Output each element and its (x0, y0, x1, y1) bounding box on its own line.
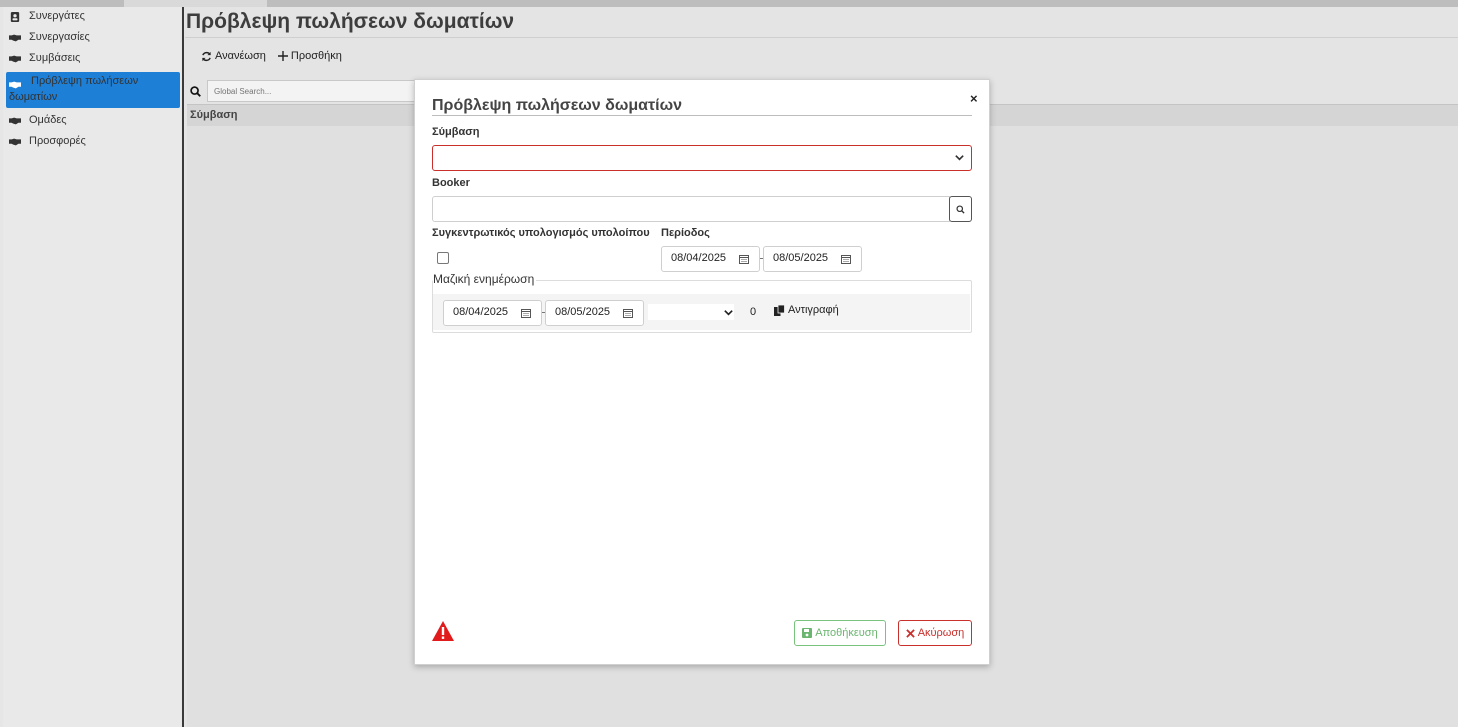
close-icon (905, 628, 915, 638)
copy-button[interactable]: Αντιγραφή (774, 304, 839, 316)
sidebar-divider (182, 7, 184, 727)
handshake-icon (9, 55, 21, 63)
contact-card-icon (10, 12, 20, 22)
copy-icon (774, 304, 785, 316)
add-button[interactable]: Προσθήκη (277, 50, 342, 62)
sidebar-item-label: Συνεργασίες (29, 31, 90, 43)
period-to-date[interactable]: 08/05/2025 (763, 246, 862, 272)
cancel-label: Ακύρωση (917, 627, 965, 639)
calendar-icon (739, 255, 749, 264)
save-button[interactable]: Αποθήκευση (794, 620, 886, 646)
global-search-input[interactable] (207, 80, 441, 102)
sidebar-item-room-sales-forecast[interactable]: Πρόβλεψη πωλήσεων δωματίων (6, 72, 180, 108)
forecast-modal: Πρόβλεψη πωλήσεων δωματίων × Σύμβαση Boo… (414, 79, 990, 665)
booker-label: Booker (432, 177, 470, 189)
handshake-icon (9, 138, 21, 146)
title-divider (185, 37, 1458, 38)
cancel-button[interactable]: Ακύρωση (898, 620, 972, 646)
calendar-icon (841, 255, 851, 264)
search-icon (956, 204, 965, 214)
sidebar-item-collaborations[interactable]: Συνεργασίες (6, 31, 180, 43)
column-header-contract[interactable]: Σύμβαση (190, 109, 237, 121)
refresh-button[interactable]: Ανανέωση (201, 50, 266, 62)
bulk-to-value: 08/05/2025 (555, 306, 611, 318)
calendar-icon (521, 309, 531, 318)
sidebar: Συνεργάτες Συνεργασίες Συμβάσεις Πρόβλεψ… (3, 7, 181, 727)
bulk-to-date[interactable]: 08/05/2025 (545, 300, 644, 326)
sidebar-item-label: Συμβάσεις (29, 52, 81, 64)
chevron-down-icon (955, 155, 964, 161)
page-title: Πρόβλεψη πωλήσεων δωματίων (186, 10, 515, 33)
aggregate-label: Συγκεντρωτικός υπολογισμός υπολοίπου (432, 227, 650, 239)
aggregate-checkbox[interactable] (437, 252, 449, 264)
sidebar-item-label: Προσφορές (29, 135, 86, 147)
top-strip (0, 0, 1458, 7)
sidebar-item-label: Πρόβλεψη πωλήσεων δωματίων (9, 75, 139, 103)
contract-label: Σύμβαση (432, 126, 480, 138)
period-label: Περίοδος (661, 227, 710, 239)
save-label: Αποθήκευση (815, 627, 878, 639)
modal-title-divider (432, 115, 972, 116)
global-search (190, 80, 441, 102)
refresh-label: Ανανέωση (215, 50, 266, 62)
sidebar-item-label: Συνεργάτες (29, 10, 85, 22)
period-from-date[interactable]: 08/04/2025 (661, 246, 760, 272)
booker-field[interactable] (432, 196, 950, 222)
bulk-update-legend: Μαζική ενημέρωση (433, 272, 537, 286)
booker-search-button[interactable] (949, 196, 972, 222)
calendar-icon (623, 309, 633, 318)
bulk-from-date[interactable]: 08/04/2025 (443, 300, 542, 326)
copy-label: Αντιγραφή (788, 304, 839, 316)
period-from-value: 08/04/2025 (671, 252, 727, 264)
close-icon[interactable]: × (970, 91, 978, 106)
bulk-from-value: 08/04/2025 (453, 306, 509, 318)
toolbar: Ανανέωση Προσθήκη (201, 50, 342, 62)
sidebar-item-partners[interactable]: Συνεργάτες (6, 10, 180, 22)
refresh-icon (202, 51, 211, 61)
bulk-type-select[interactable] (648, 304, 734, 320)
contract-select[interactable] (432, 145, 972, 171)
period-to-value: 08/05/2025 (773, 252, 829, 264)
floppy-disk-icon (802, 628, 813, 638)
handshake-icon (9, 117, 21, 125)
warning-icon (432, 621, 454, 641)
sidebar-item-contracts[interactable]: Συμβάσεις (6, 52, 180, 64)
top-tab-highlight (124, 0, 267, 7)
plus-icon (277, 51, 288, 61)
sidebar-item-offers[interactable]: Προσφορές (6, 135, 180, 147)
handshake-icon (9, 34, 21, 42)
sidebar-item-groups[interactable]: Ομάδες (6, 114, 180, 126)
search-icon (190, 85, 201, 97)
modal-title: Πρόβλεψη πωλήσεων δωματίων (432, 97, 682, 114)
chevron-down-icon (724, 310, 733, 316)
bulk-count-input[interactable]: 0 (750, 306, 756, 318)
sidebar-item-label: Ομάδες (29, 114, 67, 126)
add-label: Προσθήκη (290, 50, 342, 62)
